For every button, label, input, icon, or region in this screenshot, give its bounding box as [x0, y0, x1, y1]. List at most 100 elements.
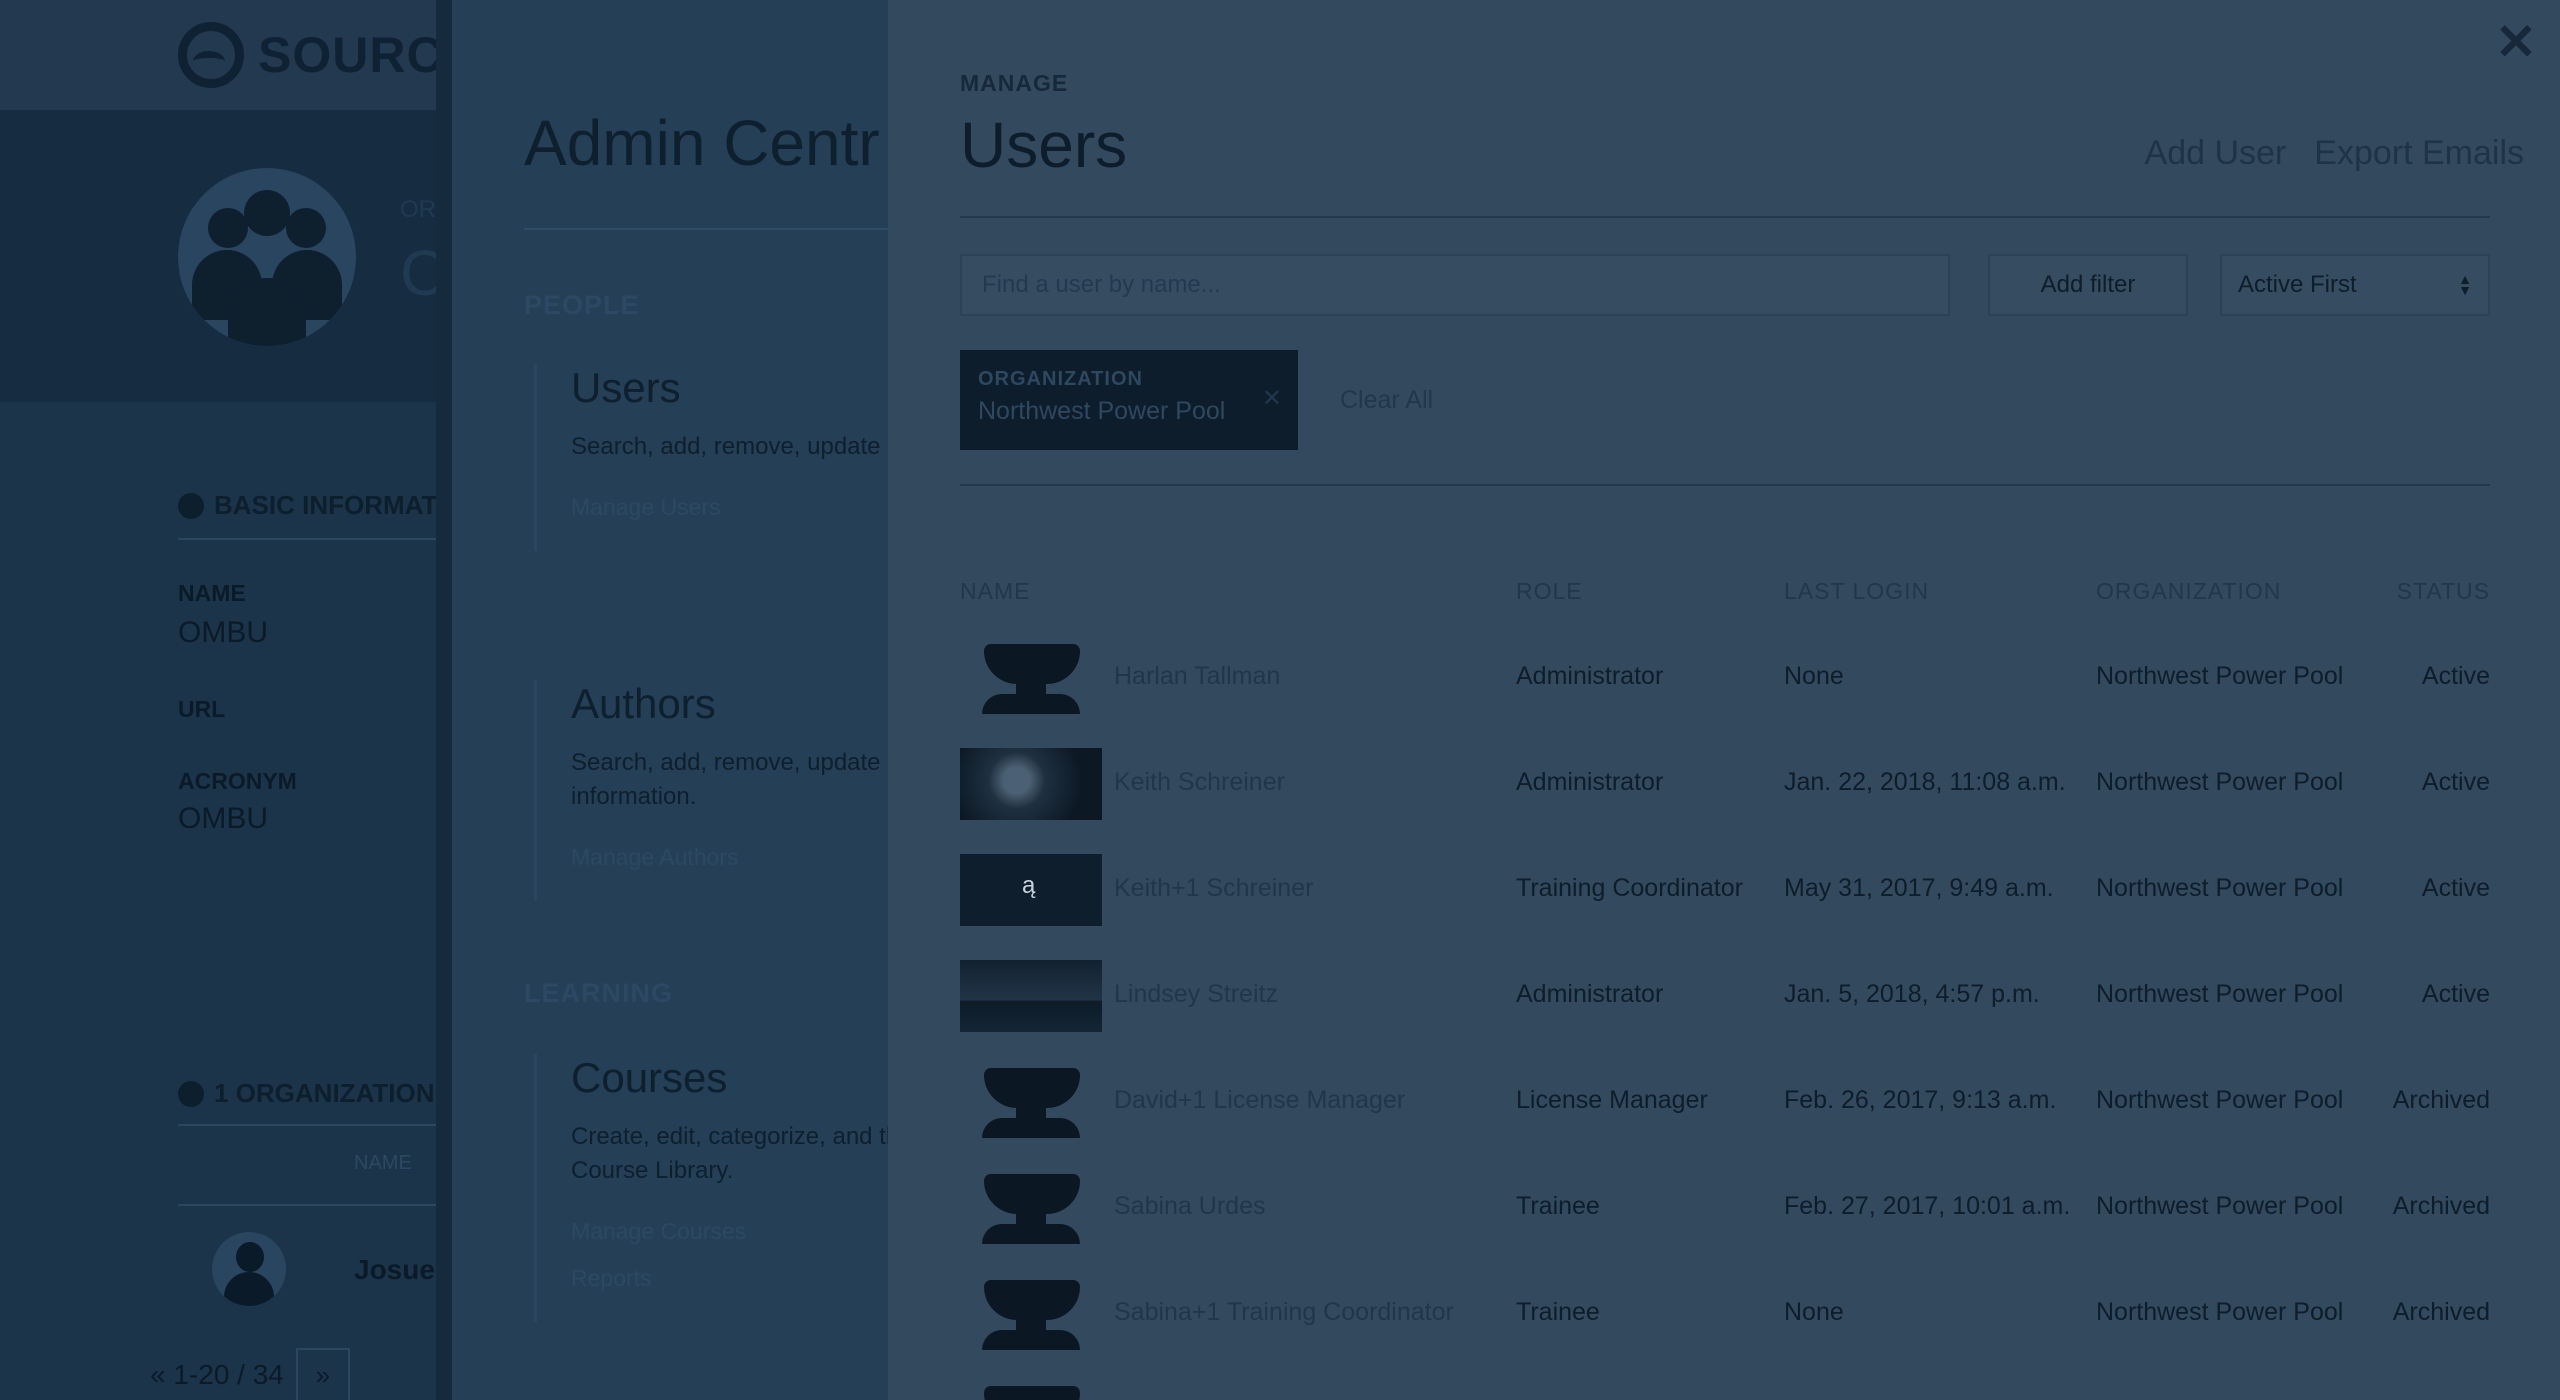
logo[interactable]: SOURCE	[178, 22, 478, 88]
user-name[interactable]: Keith+1 Schreiner	[1114, 874, 1313, 903]
header-actions: Add User Export Emails	[2145, 134, 2524, 173]
close-icon[interactable]: ✕	[2494, 17, 2538, 67]
table-row[interactable]: Lindsey Streitz Administrator Jan. 5, 20…	[960, 956, 2490, 1036]
user-name[interactable]: David+1 License Manager	[1114, 1086, 1405, 1115]
manage-users-link[interactable]: Manage Users	[571, 494, 888, 521]
user-last-login: May 31, 2017, 9:49 a.m.	[1784, 874, 2054, 902]
user-role: Administrator	[1516, 768, 1664, 796]
column-header-status[interactable]: STATUS	[2397, 578, 2490, 605]
column-header-role[interactable]: ROLE	[1516, 578, 1583, 605]
filter-chip-key: ORGANIZATION	[978, 368, 1143, 390]
sort-select-value: Active First	[2238, 271, 2357, 298]
default-avatar-icon	[960, 1384, 1102, 1400]
page-title: Users	[960, 109, 1128, 181]
gear-icon	[178, 492, 204, 519]
add-filter-button[interactable]: Add filter	[1988, 254, 2188, 316]
field-label-url: URL	[178, 696, 226, 722]
eyebrow-label: MANAGE	[960, 70, 1069, 96]
admin-title: Admin Centr	[524, 107, 880, 179]
organization-heading: 1 ORGANIZATION	[178, 1078, 435, 1109]
field-label-name: NAME	[178, 580, 246, 606]
avatar	[212, 1232, 286, 1306]
column-header-last-login[interactable]: LAST LOGIN	[1784, 578, 1929, 605]
manage-authors-link[interactable]: Manage Authors	[571, 844, 888, 871]
column-header-name[interactable]: NAME	[960, 578, 1030, 605]
card-title: Users	[571, 364, 681, 411]
user-status: Archived	[2392, 1086, 2490, 1114]
column-header-organization[interactable]: ORGANIZATION	[2096, 578, 2281, 605]
user-status: Active	[2421, 874, 2490, 902]
user-last-login: Jan. 5, 2018, 4:57 p.m.	[1784, 980, 2040, 1008]
user-name[interactable]: Sabina Urdes	[1114, 1192, 1265, 1221]
select-arrows-icon: ▲ ▼	[2458, 271, 2472, 298]
user-last-login: None	[1784, 662, 1844, 690]
user-organization: Northwest Power Pool	[2096, 1298, 2344, 1326]
table-row[interactable]: David+1 License Manager License Manager …	[960, 1062, 2490, 1142]
add-user-button[interactable]: Add User	[2145, 134, 2287, 173]
admin-centre-panel: Admin Centr PEOPLE Users Search, add, re…	[452, 0, 888, 1400]
admin-card-users: Users Search, add, remove, update Manage…	[534, 364, 888, 551]
table-row[interactable]	[960, 1380, 2490, 1400]
user-name[interactable]: Sabina+1 Training Coordinator	[1114, 1298, 1454, 1327]
user-role: Administrator	[1516, 662, 1664, 690]
export-emails-button[interactable]: Export Emails	[2314, 134, 2524, 173]
admin-card-authors: Authors Search, add, remove, update info…	[534, 680, 888, 901]
logo-icon	[178, 22, 244, 88]
filter-chip-value: Northwest Power Pool	[978, 397, 1226, 425]
user-organization: Northwest Power Pool	[2096, 768, 2344, 796]
card-title: Authors	[571, 680, 716, 727]
reports-link[interactable]: Reports	[571, 1265, 888, 1292]
default-avatar-icon	[960, 642, 1102, 714]
user-last-login: None	[1784, 1298, 1844, 1326]
divider	[960, 484, 2490, 486]
pager-next-button[interactable]: »	[295, 1348, 350, 1400]
user-role: Trainee	[1516, 1298, 1600, 1326]
user-role: Training Coordinator	[1516, 874, 1743, 902]
pager-range: « 1-20 / 34	[150, 1359, 284, 1390]
card-description: Search, add, remove, update	[571, 433, 881, 460]
user-name[interactable]: Lindsey Streitz	[1114, 980, 1278, 1009]
user-status: Archived	[2392, 1298, 2490, 1326]
org-hero: ORG C	[0, 110, 455, 402]
pagination: « 1-20 / 34 »	[150, 1348, 350, 1400]
user-role: License Manager	[1516, 1086, 1708, 1114]
user-role: Administrator	[1516, 980, 1664, 1008]
sort-select[interactable]: Active First ▲ ▼	[2220, 254, 2490, 316]
table-row[interactable]: Harlan Tallman Administrator None Northw…	[960, 638, 2490, 718]
org-user-name[interactable]: Josue	[354, 1254, 435, 1286]
manage-users-panel: ✕ MANAGE Users Add User Export Emails Ad…	[888, 0, 2560, 1400]
user-organization: Northwest Power Pool	[2096, 662, 2344, 690]
table-row[interactable]: Keith+1 Schreiner Training Coordinator M…	[960, 850, 2490, 930]
basic-info-heading: BASIC INFORMATI	[178, 490, 445, 521]
divider	[524, 228, 888, 230]
default-avatar-icon	[960, 1172, 1102, 1244]
default-avatar-icon	[960, 1066, 1102, 1138]
user-photo	[960, 748, 1102, 820]
user-name[interactable]: Keith Schreiner	[1114, 768, 1285, 797]
divider	[178, 538, 440, 540]
manage-courses-link[interactable]: Manage Courses	[571, 1218, 888, 1245]
table-row[interactable]: Keith Schreiner Administrator Jan. 22, 2…	[960, 744, 2490, 824]
user-status: Archived	[2392, 1192, 2490, 1220]
card-description: Create, edit, categorize, and the Course…	[571, 1123, 888, 1184]
remove-filter-icon[interactable]: ✕	[1262, 384, 1282, 413]
user-name[interactable]: Harlan Tallman	[1114, 662, 1280, 691]
search-input[interactable]	[960, 254, 1950, 316]
divider	[960, 216, 2490, 218]
user-status: Active	[2421, 768, 2490, 796]
user-photo	[960, 960, 1102, 1032]
user-last-login: Jan. 22, 2018, 11:08 a.m.	[1784, 768, 2066, 796]
field-value-name: OMBU	[178, 616, 268, 649]
field-label-acronym: ACRONYM	[178, 768, 297, 794]
table-header-name: NAME	[354, 1152, 412, 1174]
user-status: Active	[2421, 980, 2490, 1008]
clear-all-button[interactable]: Clear All	[1340, 386, 1433, 415]
user-organization: Northwest Power Pool	[2096, 874, 2344, 902]
default-avatar-icon	[960, 1278, 1102, 1350]
table-row[interactable]: Sabina+1 Training Coordinator Trainee No…	[960, 1274, 2490, 1354]
category-learning: LEARNING	[524, 978, 673, 1008]
card-description: Search, add, remove, update information.	[571, 749, 881, 810]
filter-chip[interactable]: ORGANIZATION Northwest Power Pool ✕	[960, 350, 1298, 450]
table-row[interactable]: Sabina Urdes Trainee Feb. 27, 2017, 10:0…	[960, 1168, 2490, 1248]
card-title: Courses	[571, 1054, 728, 1101]
